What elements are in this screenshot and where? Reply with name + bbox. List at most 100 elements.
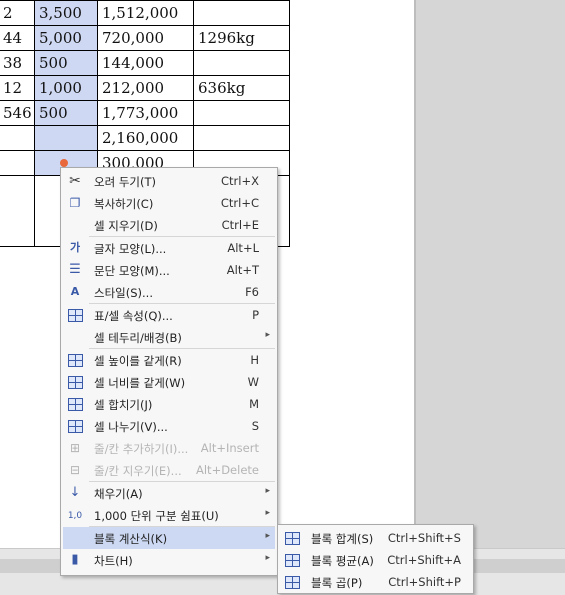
menu-item-label: 줄/칸 추가하기(I)...	[94, 442, 189, 456]
menu-item-shortcut: Alt+L	[227, 241, 259, 255]
table-cell[interactable]: 1296kg	[193, 25, 290, 51]
submenu-arrow-icon: ▸	[265, 486, 270, 496]
menu-item-label: 블록 합계(S)	[311, 532, 374, 546]
block-product-icon	[284, 574, 300, 590]
fill-icon: ↓	[69, 485, 81, 500]
menu-item-label: 스타일(S)...	[94, 286, 153, 300]
table-cell[interactable]: 546	[0, 100, 35, 126]
block-sum-icon	[284, 530, 300, 546]
submenu-item-block-average[interactable]: 블록 평균(A) Ctrl+Shift+A	[280, 549, 471, 571]
table-row: 38 500 144,000	[0, 50, 290, 76]
insert-row-icon: ⊞	[69, 441, 81, 455]
menu-item-insert-row: ⊞ 줄/칸 추가하기(I)... Alt+Insert	[63, 437, 275, 459]
table-row: 12 1,000 212,000 636kg	[0, 75, 290, 101]
menu-item-shortcut: H	[250, 353, 259, 367]
submenu-item-block-product[interactable]: 블록 곱(P) Ctrl+Shift+P	[280, 571, 471, 593]
table-cell[interactable]: 12	[0, 75, 35, 101]
chart-icon: ▮	[71, 552, 79, 567]
style-icon: A	[70, 285, 80, 298]
block-average-icon	[284, 552, 300, 568]
table-cell[interactable]	[193, 0, 290, 26]
table-cell[interactable]: 1,773,000	[97, 100, 194, 126]
menu-item-shortcut: Ctrl+Shift+S	[387, 531, 461, 545]
menu-item-shortcut: Alt+Insert	[200, 441, 259, 455]
menu-item-thousands-comma[interactable]: 1,0 1,000 단위 구분 쉼표(U) ▸	[63, 504, 275, 526]
menu-item-shortcut: M	[249, 397, 259, 411]
font-shape-icon: 가	[69, 241, 81, 254]
menu-item-label: 셀 너비를 같게(W)	[94, 376, 186, 390]
menu-item-equal-width[interactable]: 셀 너비를 같게(W) W	[63, 371, 275, 393]
menu-item-shortcut: P	[252, 308, 259, 322]
menu-item-shortcut: F6	[245, 285, 259, 299]
menu-item-item-16[interactable]: 블록 계산식(K) ▸	[63, 527, 275, 549]
menu-item-label: 줄/칸 지우기(E)...	[94, 464, 182, 478]
table-cell[interactable]: 1,512,000	[97, 0, 194, 26]
menu-item-label: 블록 곱(P)	[311, 576, 363, 590]
split-cells-icon	[67, 418, 83, 434]
table-cell[interactable]: 500	[34, 50, 98, 76]
menu-item-font-shape[interactable]: 가 글자 모양(L)... Alt+L	[63, 237, 275, 259]
submenu-item-block-sum[interactable]: 블록 합계(S) Ctrl+Shift+S	[280, 527, 471, 549]
submenu-arrow-icon: ▸	[265, 330, 270, 340]
table-row: 44 5,000 720,000 1296kg	[0, 25, 290, 51]
menu-item-label: 블록 평균(A)	[311, 554, 374, 568]
menu-item-merge-cells[interactable]: 셀 합치기(J) M	[63, 393, 275, 415]
table-cell[interactable]: 636kg	[193, 75, 290, 101]
menu-item-label: 블록 계산식(K)	[94, 532, 168, 546]
table-cell[interactable]: 144,000	[97, 50, 194, 76]
delete-row-icon: ⊟	[69, 463, 81, 477]
copy-icon: ❐	[69, 196, 81, 210]
menu-item-label: 셀 테두리/배경(B)	[94, 331, 182, 345]
thousands-comma-icon: 1,0	[67, 511, 83, 521]
menu-item-item-2[interactable]: 셀 지우기(D) Ctrl+E	[63, 214, 275, 236]
table-cell[interactable]: 720,000	[97, 25, 194, 51]
menu-item-label: 셀 합치기(J)	[94, 398, 153, 412]
table-cell[interactable]: 38	[0, 50, 35, 76]
menu-item-shortcut: Ctrl+C	[220, 196, 259, 210]
menu-item-label: 문단 모양(M)...	[94, 264, 170, 278]
submenu-arrow-icon: ▸	[265, 531, 270, 541]
submenu-arrow-icon: ▸	[265, 553, 270, 563]
table-cell[interactable]	[34, 125, 98, 151]
menu-item-label: 차트(H)	[94, 554, 133, 568]
menu-item-chart[interactable]: ▮ 차트(H) ▸	[63, 549, 275, 571]
table-cell[interactable]	[0, 175, 35, 247]
table-cell[interactable]: 44	[0, 25, 35, 51]
table-row: 2,160,000	[0, 125, 290, 151]
menu-item-label: 채우기(A)	[94, 487, 143, 501]
table-row: 546 500 1,773,000	[0, 100, 290, 126]
table-cell[interactable]	[193, 100, 290, 126]
equal-width-icon	[67, 374, 83, 390]
paragraph-icon: ☰	[69, 262, 81, 277]
table-cell[interactable]: 212,000	[97, 75, 194, 101]
menu-item-label: 표/셀 속성(Q)...	[94, 309, 173, 323]
menu-item-label: 1,000 단위 구분 쉼표(U)	[94, 509, 219, 523]
table-cell[interactable]: 2,160,000	[97, 125, 194, 151]
menu-item-label: 글자 모양(L)...	[94, 242, 167, 256]
table-cell[interactable]: 3,500	[34, 0, 98, 26]
table-cell[interactable]	[193, 50, 290, 76]
menu-item-label: 셀 높이를 같게(R)	[94, 354, 182, 368]
table-cell[interactable]	[0, 125, 35, 151]
context-menu: ✂ 오려 두기(T) Ctrl+X ❐ 복사하기(C) Ctrl+C 셀 지우기(D) Ctr…	[60, 167, 278, 576]
menu-item-style[interactable]: A 스타일(S)... F6	[63, 281, 275, 303]
menu-item-paragraph[interactable]: ☰ 문단 모양(M)... Alt+T	[63, 259, 275, 281]
table-row: 2 3,500 1,512,000	[0, 0, 290, 26]
scissors-icon: ✂	[69, 173, 81, 189]
menu-item-fill[interactable]: ↓ 채우기(A) ▸	[63, 482, 275, 504]
table-cell[interactable]: 5,000	[34, 25, 98, 51]
menu-item-scissors[interactable]: ✂ 오려 두기(T) Ctrl+X	[63, 170, 275, 192]
table-cell[interactable]: 500	[34, 100, 98, 126]
menu-item-shortcut: W	[247, 375, 259, 389]
table-cell[interactable]	[193, 125, 290, 151]
table-cell[interactable]: 2	[0, 0, 35, 26]
menu-item-split-cells[interactable]: 셀 나누기(V)... S	[63, 415, 275, 437]
menu-item-copy[interactable]: ❐ 복사하기(C) Ctrl+C	[63, 192, 275, 214]
table-cell[interactable]: 1,000	[34, 75, 98, 101]
menu-item-shortcut: Ctrl+X	[221, 174, 259, 188]
menu-item-table-properties[interactable]: 표/셀 속성(Q)... P	[63, 304, 275, 326]
menu-item-equal-height[interactable]: 셀 높이를 같게(R) H	[63, 349, 275, 371]
menu-item-shortcut: Ctrl+Shift+P	[388, 575, 461, 589]
menu-item-item-7[interactable]: 셀 테두리/배경(B) ▸	[63, 326, 275, 348]
table-cell[interactable]	[0, 150, 35, 176]
